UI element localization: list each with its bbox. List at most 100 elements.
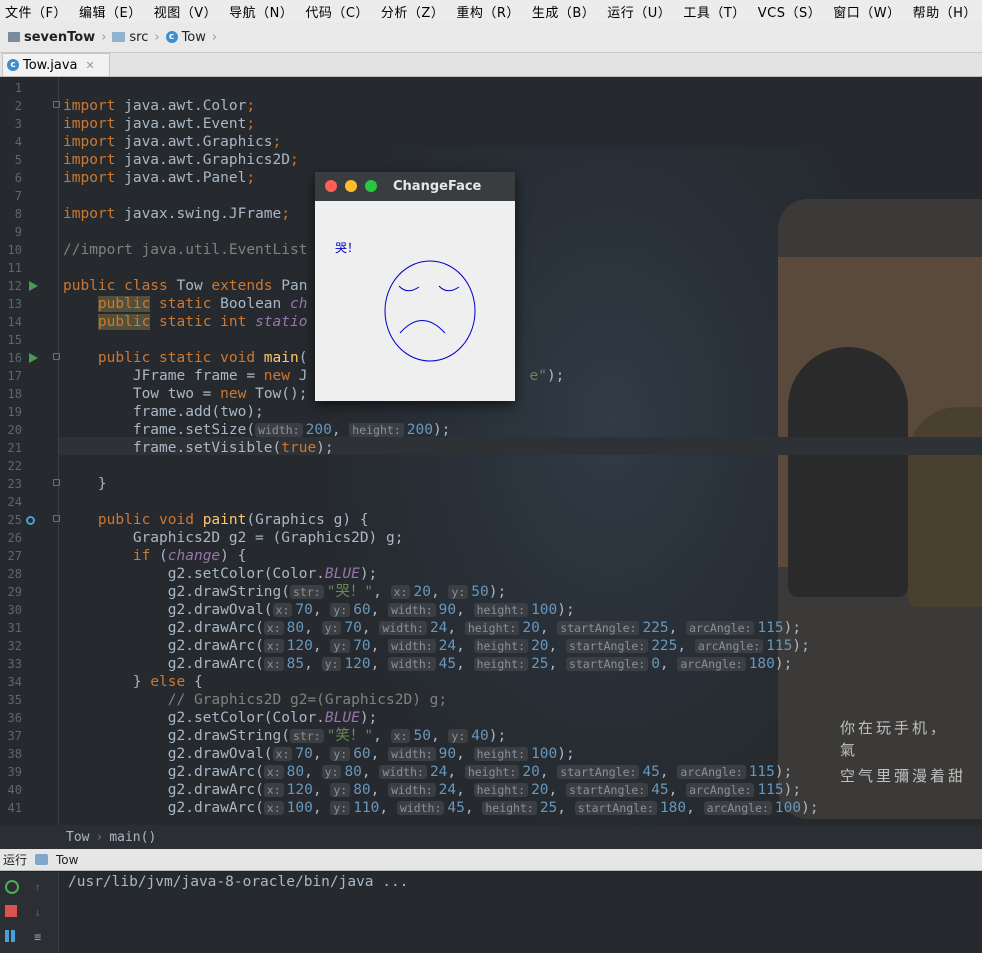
navigation-bar: sevenTow › src › c Tow ›	[0, 22, 982, 53]
line-number: 37	[7, 729, 22, 743]
editor-tabs: c Tow.java ✕	[0, 53, 982, 77]
line-number: 39	[7, 765, 22, 779]
breadcrumb-class[interactable]: Tow	[182, 30, 206, 45]
code-line: Tow two = new Tow();	[132, 386, 308, 402]
class-icon: c	[7, 59, 19, 71]
window-titlebar[interactable]: ChangeFace	[315, 172, 515, 201]
console-toolbar: ↑ ↓ ≡	[0, 872, 59, 953]
code-line: import javax.swing.JFrame;	[63, 206, 290, 222]
photo-caption: 氣	[840, 741, 859, 759]
fold-icon[interactable]	[53, 353, 60, 360]
folder-icon	[112, 32, 126, 42]
line-number: 22	[7, 459, 22, 473]
close-icon[interactable]: ✕	[86, 59, 95, 72]
menu-item[interactable]: 工具（T）	[678, 2, 752, 21]
run-icon[interactable]	[29, 281, 38, 291]
line-number: 7	[14, 189, 22, 203]
line-number: 33	[7, 657, 22, 671]
line-number: 17	[7, 369, 22, 383]
fold-icon[interactable]	[53, 101, 60, 108]
menu-item[interactable]: 运行（U）	[602, 2, 678, 21]
class-icon: c	[165, 31, 178, 43]
code-line: g2.drawString(str: "笑！", x: 50, y: 40);	[167, 728, 507, 744]
code-line: //import java.util.EventList	[63, 242, 308, 258]
run-label[interactable]: 运行	[3, 851, 27, 868]
code-line: g2.drawArc(x: 120, y: 70, width: 24, height…	[167, 638, 810, 654]
line-number: 31	[7, 621, 22, 635]
menu-item[interactable]: 视图（V）	[149, 2, 224, 21]
down-arrow-icon[interactable]: ↓	[34, 905, 48, 919]
run-console[interactable]: ↑ ↓ ≡ /usr/lib/jvm/java-8-oracle/bin/jav…	[0, 872, 982, 953]
line-number: 28	[7, 567, 22, 581]
code-line: // Graphics2D g2=(Graphics2D) g;	[167, 692, 448, 708]
line-number: 24	[7, 495, 22, 509]
line-number: 19	[7, 405, 22, 419]
fold-icon[interactable]	[53, 479, 60, 486]
line-number: 36	[7, 711, 22, 725]
wrap-icon[interactable]: ≡	[34, 930, 48, 944]
line-number: 4	[14, 135, 22, 149]
line-number: 9	[14, 225, 22, 239]
right-eye	[438, 285, 460, 292]
line-number: 15	[7, 333, 22, 347]
menu-item[interactable]: 导航（N）	[224, 2, 300, 21]
stop-icon[interactable]	[5, 905, 17, 917]
code-line: g2.drawArc(x: 80, y: 80, width: 24, height:…	[167, 764, 793, 780]
code-line: frame.add(two);	[63, 404, 264, 420]
line-number: 11	[7, 261, 22, 275]
status-class[interactable]: Tow	[66, 830, 89, 845]
menu-item[interactable]: 窗口（W）	[828, 2, 907, 21]
menu-item[interactable]: 编辑（E）	[74, 2, 149, 21]
menu-item[interactable]: VCS（S）	[753, 2, 828, 21]
run-config-icon	[35, 854, 49, 865]
line-number: 6	[14, 171, 22, 185]
tab-label: Tow.java	[23, 57, 78, 73]
breadcrumb: sevenTow › src › c Tow ›	[0, 30, 219, 45]
close-window-button[interactable]	[325, 180, 337, 192]
code-line: g2.drawOval(x: 70, y: 60, width: 90, height…	[167, 602, 575, 618]
code-line: import java.awt.Graphics2D;	[63, 152, 299, 168]
code-line: } else {	[132, 674, 203, 690]
background-photo: 你在玩手机， 氣 空气里彌漫着甜	[778, 199, 982, 819]
line-number: 20	[7, 423, 22, 437]
breadcrumb-project[interactable]: sevenTow	[24, 30, 95, 45]
code-line: public void paint(Graphics g) {	[97, 512, 369, 528]
menu-item[interactable]: 分析（Z）	[376, 2, 451, 21]
changeface-window[interactable]: ChangeFace 哭！	[315, 172, 515, 401]
line-number: 18	[7, 387, 22, 401]
menu-bar: 文件（F） 编辑（E） 视图（V） 导航（N） 代码（C） 分析（Z） 重构（R） 生成（B）…	[0, 0, 982, 23]
frown-mouth	[399, 320, 446, 334]
code-line: public static int statio	[97, 314, 308, 330]
chevron-right-icon: ›	[95, 829, 104, 845]
menu-item[interactable]: 文件（F）	[0, 2, 74, 21]
fold-icon[interactable]	[53, 515, 60, 522]
pause-icon[interactable]	[5, 930, 15, 942]
code-line: import java.awt.Color;	[63, 98, 256, 114]
status-method[interactable]: main()	[109, 830, 156, 845]
maximize-window-button[interactable]	[365, 180, 377, 192]
photo-caption: 你在玩手机，	[840, 719, 949, 737]
breadcrumb-folder[interactable]: src	[129, 30, 148, 45]
project-icon	[8, 32, 20, 42]
menu-item[interactable]: 帮助（H）	[908, 2, 982, 21]
code-line: g2.drawOval(x: 70, y: 60, width: 90, height…	[167, 746, 575, 762]
tab-tow-java[interactable]: c Tow.java ✕	[2, 53, 110, 76]
run-config-name[interactable]: Tow	[56, 853, 78, 867]
rerun-icon[interactable]	[5, 880, 19, 894]
code-line: g2.drawArc(x: 80, y: 70, width: 24, height:…	[167, 620, 802, 636]
menu-item[interactable]: 重构（R）	[451, 2, 527, 21]
override-icon[interactable]	[26, 516, 35, 525]
code-text[interactable]: import java.awt.Color; import java.awt.E…	[63, 77, 819, 816]
menu-item[interactable]: 代码（C）	[300, 2, 376, 21]
menu-item[interactable]: 生成（B）	[527, 2, 602, 21]
code-line: public static void main(	[97, 350, 308, 366]
line-number: 30	[7, 603, 22, 617]
minimize-window-button[interactable]	[345, 180, 357, 192]
photo-caption: 空气里彌漫着甜	[840, 767, 967, 785]
run-icon[interactable]	[29, 353, 38, 363]
line-number: 14	[7, 315, 22, 329]
code-line: public class Tow extends Pan	[63, 278, 308, 294]
line-number: 32	[7, 639, 22, 653]
line-number: 23	[7, 477, 22, 491]
up-arrow-icon[interactable]: ↑	[34, 880, 48, 894]
